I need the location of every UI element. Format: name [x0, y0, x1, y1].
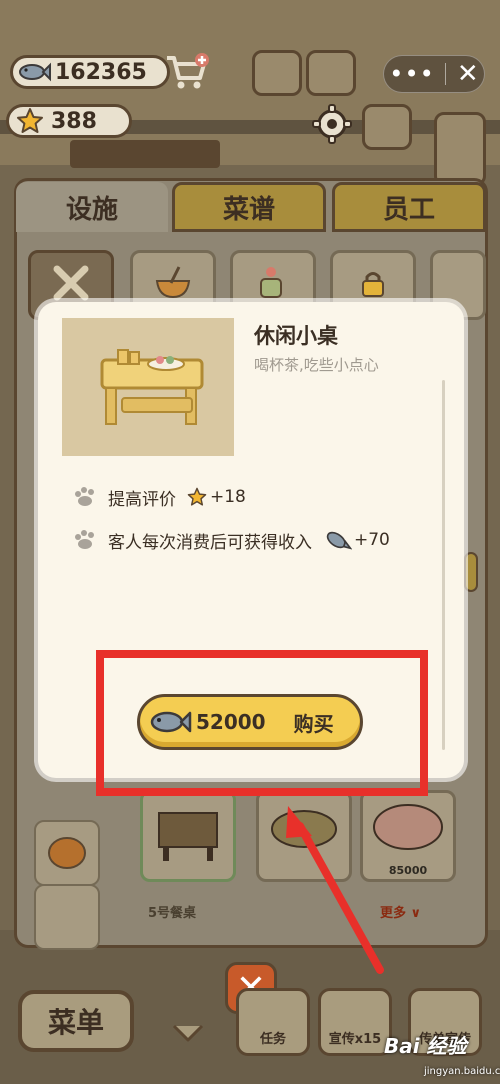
item-price: 85000 [388, 864, 428, 877]
stat-income-value: +70 [354, 530, 390, 550]
gear-icon [312, 104, 352, 148]
stat-rating-value: +18 [210, 487, 246, 507]
close-mini-program-button[interactable]: ✕ [457, 61, 479, 87]
capsule-divider [445, 63, 447, 85]
mini-program-capsule: ••• ✕ [383, 55, 485, 93]
notebook-button[interactable] [252, 50, 302, 96]
paw-icon [75, 530, 94, 549]
collapse-button[interactable] [168, 1022, 208, 1048]
wood-table-icon [143, 812, 233, 877]
baidu-watermark: Bai 经验 jingyan.baidu.com [384, 1030, 500, 1080]
chevron-down-icon [170, 1022, 206, 1048]
item-description: 喝杯茶,吃些小点心 [254, 356, 379, 374]
stat-rating-text: 提高评价 [108, 489, 176, 510]
cart-icon [164, 52, 210, 96]
fish-currency-pill: 162365 [10, 55, 170, 89]
panel-scroll-handle[interactable] [464, 552, 478, 592]
watering-can-icon [251, 263, 295, 307]
item-card-tea-table[interactable] [256, 790, 352, 882]
dialog-scrollbar[interactable] [442, 380, 445, 750]
side-item-stump[interactable] [34, 884, 100, 950]
task-label: 任务 [259, 1032, 286, 1047]
promotion-button[interactable]: 宣传x15 [318, 988, 392, 1056]
more-options-button[interactable]: ••• [389, 62, 434, 86]
settings-button[interactable] [310, 104, 354, 148]
fish-icon [17, 57, 51, 87]
item-card-picnic-table[interactable]: 85000 [360, 790, 456, 882]
paw-icon [75, 487, 94, 506]
more-link[interactable]: 更多 ∨ [380, 902, 421, 921]
tab-recipe[interactable]: 菜谱 [172, 182, 326, 232]
tea-table-icon [259, 810, 349, 877]
tab-staff[interactable]: 员工 [332, 182, 486, 232]
stat-income-text: 客人每次消费后可获得收入 [108, 532, 312, 553]
lock-icon [358, 268, 388, 302]
catalog-button[interactable] [306, 50, 356, 96]
tab-facility[interactable]: 设施 [16, 182, 168, 232]
task-button[interactable]: 任务 [236, 988, 310, 1056]
stat-rating: 提高评价 +18 [72, 484, 246, 510]
menu-button[interactable]: 菜单 [18, 990, 134, 1052]
fish-count: 162365 [55, 59, 147, 85]
star-rating-pill: 388 [6, 104, 132, 138]
watermark-logo-text: Bai 经验 [384, 1034, 467, 1058]
star-icon [13, 106, 47, 136]
map-button[interactable] [362, 104, 412, 150]
star-count: 388 [51, 108, 97, 134]
stat-income: 客人每次消费后可获得收入 +70 [72, 527, 390, 553]
highlight-box [96, 650, 428, 796]
pumpkin-icon [45, 831, 89, 875]
item-thumbnail [62, 318, 234, 456]
promotion-label: 宣传x15 [328, 1032, 382, 1047]
ranking-button[interactable] [434, 112, 486, 186]
side-item-pumpkin[interactable] [34, 820, 100, 886]
star-icon [187, 487, 207, 506]
fish-icon [326, 531, 352, 550]
list-footer-label: 5号餐桌 [148, 906, 197, 921]
watermark-url: jingyan.baidu.com [424, 1066, 500, 1077]
wall-sign [70, 140, 220, 168]
bowl-icon [151, 263, 195, 307]
item-card-wood-table[interactable] [140, 790, 236, 882]
leisure-table-illustration [100, 349, 204, 425]
item-title: 休闲小桌 [254, 324, 338, 348]
shop-cart-button[interactable] [162, 52, 212, 96]
